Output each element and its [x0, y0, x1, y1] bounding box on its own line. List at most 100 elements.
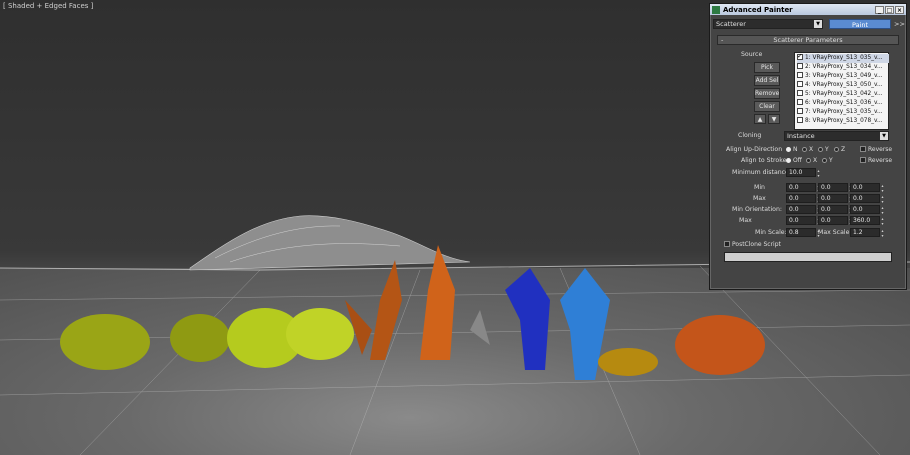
radio-dot [786, 158, 791, 163]
radio-stroke-x[interactable]: X [806, 157, 817, 164]
source-label: Source [741, 51, 763, 58]
postclone-script-checkbox[interactable]: PostClone Script [724, 241, 781, 248]
radio-off[interactable]: Off [786, 157, 802, 164]
list-item[interactable]: 8: VRayProxy_S13_078_v... [797, 117, 889, 126]
radio-label: X [809, 146, 814, 153]
list-item[interactable]: 4: VRayProxy_S13_050_v... [797, 81, 889, 90]
min-orient-y-spinner[interactable]: 0.0 [818, 205, 853, 215]
radio-dot [834, 147, 839, 152]
min-y-spinner[interactable]: 0.0 [818, 183, 853, 193]
chevron-down-icon: ▼ [814, 20, 822, 28]
close-button[interactable]: × [895, 5, 904, 14]
radio-stroke-y[interactable]: Y [822, 157, 833, 164]
source-list[interactable]: 1: VRayProxy_S13_035_v... 2: VRayProxy_S… [794, 52, 889, 130]
radio-label: Z [841, 146, 846, 153]
max-orientation-label: Max [739, 217, 752, 224]
checkbox-box [860, 157, 866, 163]
rollout-title: Scatterer Parameters [773, 36, 843, 44]
max-scale-label: Max Scale: [818, 229, 852, 236]
align-stroke-label: Align to Stroke: [741, 157, 789, 164]
radio-label: Y [825, 146, 829, 153]
list-item-label: 2: VRayProxy_S13_034_v... [805, 64, 883, 70]
max-orient-y-spinner[interactable]: 0.0 [818, 216, 853, 226]
radio-dot [818, 147, 823, 152]
radio-y[interactable]: Y [818, 146, 829, 153]
radio-label: X [813, 157, 818, 164]
align-up-label: Align Up-Direction [726, 146, 783, 153]
min-distance-label: Minimum distance: [732, 169, 791, 176]
max-orient-x-spinner[interactable]: 0.0 [786, 216, 821, 226]
list-item[interactable]: 2: VRayProxy_S13_034_v... [797, 63, 889, 72]
remove-button[interactable]: Remove [754, 88, 780, 99]
radio-dot [806, 158, 811, 163]
list-item-label: 4: VRayProxy_S13_050_v... [805, 82, 883, 88]
checkbox[interactable] [797, 99, 803, 105]
list-item[interactable]: 5: VRayProxy_S13_042_v... [797, 90, 889, 99]
list-item-label: 3: VRayProxy_S13_049_v... [805, 73, 883, 79]
list-item-label: 8: VRayProxy_S13_078_v... [805, 118, 883, 124]
chevron-down-icon: ▼ [880, 132, 888, 140]
radio-label: Off [793, 157, 802, 164]
min-orient-z-spinner[interactable]: 0.0 [850, 205, 885, 215]
checkbox[interactable] [797, 117, 803, 123]
list-item-label: 1: VRayProxy_S13_035_v... [805, 55, 883, 61]
cloning-label: Cloning [738, 132, 762, 139]
max-scale-spinner[interactable]: 1.2 [850, 228, 885, 238]
reverse-stroke-checkbox[interactable]: Reverse [860, 157, 892, 164]
checkbox-box [724, 241, 730, 247]
list-item-label: 5: VRayProxy_S13_042_v... [805, 91, 883, 97]
radio-n[interactable]: N [786, 146, 798, 153]
cloning-dropdown[interactable]: Instance ▼ [784, 131, 889, 141]
min-orient-x-spinner[interactable]: 0.0 [786, 205, 821, 215]
cloning-value: Instance [787, 132, 815, 140]
maximize-button[interactable]: □ [885, 5, 894, 14]
checkbox[interactable] [797, 63, 803, 69]
checkbox[interactable] [797, 90, 803, 96]
list-item[interactable]: 7: VRayProxy_S13_035_v... [797, 108, 889, 117]
move-down-button[interactable]: ▼ [768, 114, 780, 124]
list-item-label: 6: VRayProxy_S13_036_v... [805, 100, 883, 106]
min-z-spinner[interactable]: 0.0 [850, 183, 885, 193]
checkbox-label: PostClone Script [732, 241, 781, 248]
advanced-painter-panel: Advanced Painter _ □ × Scatterer ▼ Paint… [709, 3, 907, 290]
scatterer-parameters-rollout[interactable]: - Scatterer Parameters [717, 35, 899, 45]
min-orientation-label: Min Orientation: [732, 206, 782, 213]
radio-dot [802, 147, 807, 152]
radio-label: Y [829, 157, 833, 164]
radio-z[interactable]: Z [834, 146, 845, 153]
app-icon [712, 5, 720, 14]
checkbox[interactable] [797, 72, 803, 78]
radio-x[interactable]: X [802, 146, 813, 153]
mode-dropdown[interactable]: Scatterer ▼ [713, 19, 823, 29]
list-item[interactable]: 3: VRayProxy_S13_049_v... [797, 72, 889, 81]
reverse-up-checkbox[interactable]: Reverse [860, 146, 892, 153]
list-item[interactable]: 1: VRayProxy_S13_035_v... [797, 54, 889, 63]
max-orient-z-spinner[interactable]: 360.0 [850, 216, 885, 226]
max-z-spinner[interactable]: 0.0 [850, 194, 885, 204]
title-bar[interactable]: Advanced Painter _ □ × [710, 4, 906, 15]
min-scale-spinner[interactable]: 0.8 [786, 228, 821, 238]
add-sel-button[interactable]: Add Sel [754, 75, 780, 86]
checkbox-label: Reverse [868, 157, 893, 164]
checkbox[interactable] [797, 108, 803, 114]
max-label: Max [753, 195, 766, 202]
max-x-spinner[interactable]: 0.0 [786, 194, 821, 204]
checkbox[interactable] [797, 54, 803, 61]
min-x-spinner[interactable]: 0.0 [786, 183, 821, 193]
viewport-label[interactable]: [ Shaded + Edged Faces ] [3, 2, 93, 10]
radio-dot [786, 147, 791, 152]
clear-button[interactable]: Clear [754, 101, 780, 112]
min-distance-spinner[interactable]: 10.0 [786, 168, 821, 178]
expand-button[interactable]: >> [894, 20, 905, 28]
max-y-spinner[interactable]: 0.0 [818, 194, 853, 204]
minimize-button[interactable]: _ [875, 5, 884, 14]
checkbox[interactable] [797, 81, 803, 87]
list-item[interactable]: 6: VRayProxy_S13_036_v... [797, 99, 889, 108]
list-item-label: 7: VRayProxy_S13_035_v... [805, 109, 883, 115]
postclone-script-field[interactable] [724, 252, 892, 262]
pick-button[interactable]: Pick [754, 62, 780, 73]
mode-dropdown-value: Scatterer [716, 20, 746, 28]
collapse-icon: - [721, 36, 724, 44]
move-up-button[interactable]: ▲ [754, 114, 766, 124]
paint-button[interactable]: Paint [829, 19, 891, 29]
